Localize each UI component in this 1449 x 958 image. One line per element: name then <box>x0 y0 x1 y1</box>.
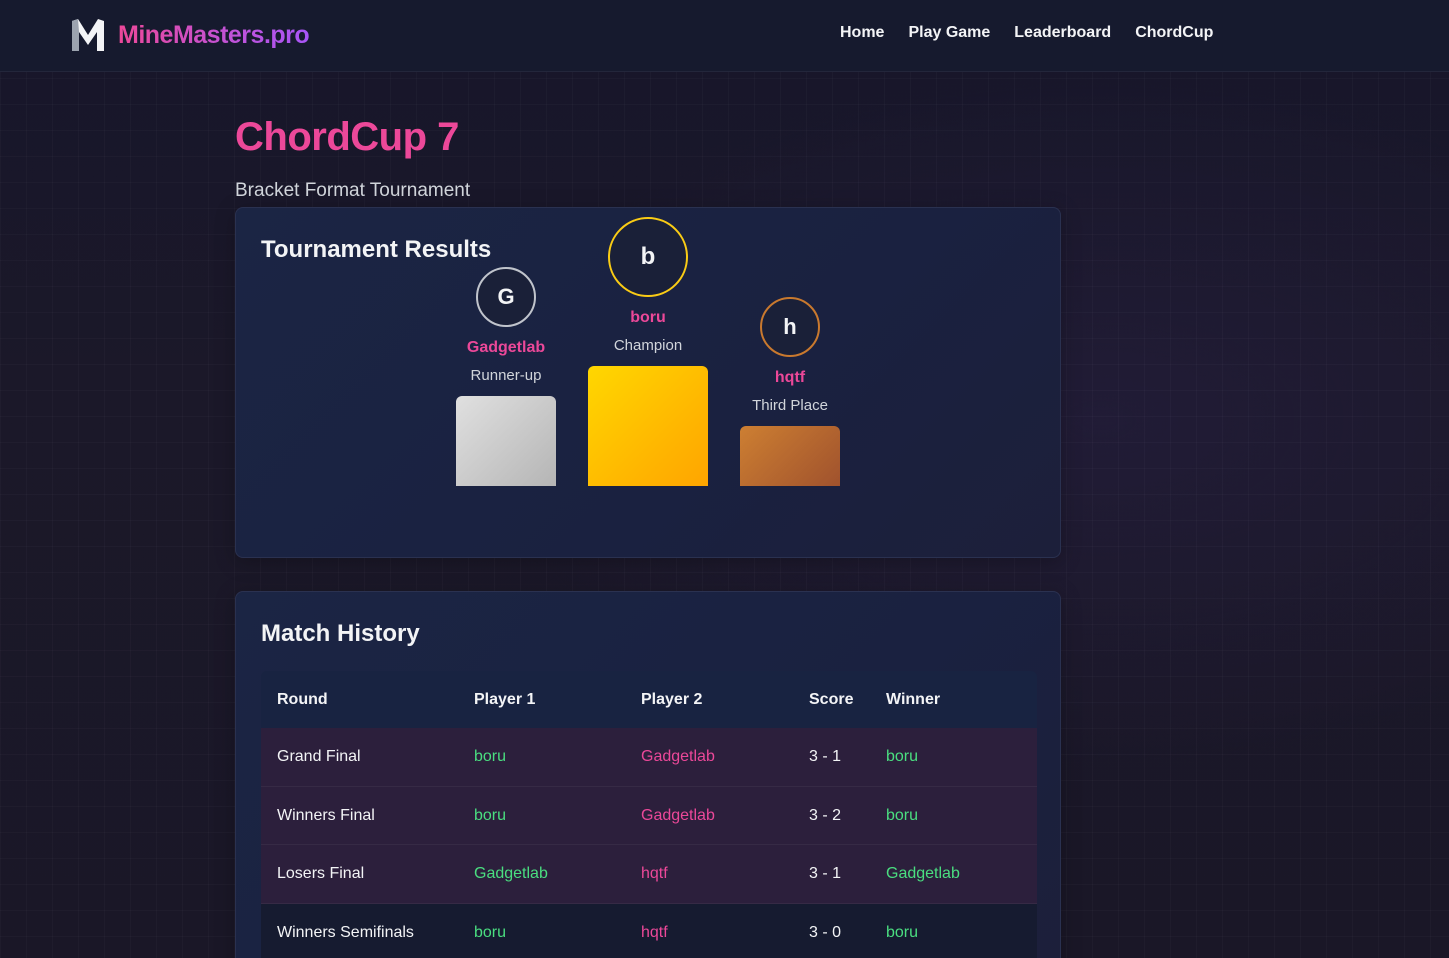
nav-links: Home Play Game Leaderboard ChordCup <box>840 24 1237 42</box>
nav-home-link[interactable]: Home <box>840 24 884 42</box>
brand-logo-link[interactable]: MineMasters.pro <box>70 17 310 53</box>
cell-round: Winners Final <box>277 806 375 824</box>
cell-winner[interactable]: boru <box>870 787 1037 845</box>
cell-score: 3 - 1 <box>809 865 842 882</box>
runner-up-place: Runner-up <box>470 367 542 384</box>
top-navbar: MineMasters.pro Home Play Game Leaderboa… <box>0 0 1449 72</box>
champion-place: Champion <box>613 337 683 354</box>
tournament-results-card: Tournament Results G Gadgetlab Runner-up… <box>235 207 1061 558</box>
cell-winner[interactable]: Gadgetlab <box>870 845 1037 903</box>
cell-player-2[interactable]: hqtf <box>625 845 793 903</box>
runner-up-initial: G <box>497 284 515 309</box>
page-title: ChordCup 7 <box>235 115 459 159</box>
column-header-round[interactable]: Round <box>261 671 458 728</box>
cell-winner[interactable]: boru <box>870 728 1037 786</box>
logo-m-icon <box>72 19 104 51</box>
table-row[interactable]: Losers Final Gadgetlab hqtf 3 - 1 Gadget… <box>261 845 1037 904</box>
match-history-card: Match History Round Player 1 Player 2 Sc… <box>235 591 1061 958</box>
cell-winner[interactable]: boru <box>870 904 1037 958</box>
third-place-avatar[interactable]: h <box>760 297 820 357</box>
brand-name: MineMasters.pro <box>118 20 310 49</box>
nav-chordcup-link[interactable]: ChordCup <box>1135 24 1213 42</box>
cell-round: Grand Final <box>277 748 361 765</box>
champion-initial: b <box>640 243 656 270</box>
cell-player-1[interactable]: boru <box>458 904 625 958</box>
column-header-player-1[interactable]: Player 1 <box>458 671 625 728</box>
cell-score: 3 - 1 <box>809 748 842 765</box>
cell-player-2[interactable]: Gadgetlab <box>625 787 793 845</box>
runner-up-name[interactable]: Gadgetlab <box>456 339 556 357</box>
cell-round: Losers Final <box>277 865 365 882</box>
table-row[interactable]: Winners Final boru Gadgetlab 3 - 2 boru <box>261 786 1037 845</box>
cell-player-1[interactable]: boru <box>458 787 625 845</box>
results-title: Tournament Results <box>261 236 492 263</box>
cell-player-1[interactable]: Gadgetlab <box>458 845 625 903</box>
cell-round: Winners Semifinals <box>277 923 414 941</box>
column-header-player-2[interactable]: Player 2 <box>625 671 793 728</box>
column-header-score[interactable]: Score <box>793 671 870 728</box>
cell-player-2[interactable]: hqtf <box>625 904 793 958</box>
table-row[interactable]: Winners Semifinals boru hqtf 3 - 0 boru <box>261 903 1037 958</box>
podium-runner-up: G Gadgetlab Runner-up <box>456 267 556 487</box>
silver-podium-block <box>456 396 556 486</box>
match-history-title: Match History <box>261 620 420 647</box>
cell-player-2[interactable]: Gadgetlab <box>625 728 793 786</box>
match-history-table: Round Player 1 Player 2 Score Winner Gra… <box>261 671 1037 958</box>
page-subtitle: Bracket Format Tournament <box>235 180 471 201</box>
podium-third-place: h hqtf Third Place <box>740 297 840 487</box>
third-place-label: Third Place <box>752 397 828 414</box>
third-place-name[interactable]: hqtf <box>740 369 840 387</box>
bronze-podium-block <box>740 426 840 486</box>
nav-leaderboard-link[interactable]: Leaderboard <box>1014 24 1111 42</box>
table-header-row: Round Player 1 Player 2 Score Winner <box>261 671 1037 728</box>
champion-name[interactable]: boru <box>588 309 708 327</box>
table-row[interactable]: Grand Final boru Gadgetlab 3 - 1 boru <box>261 728 1037 787</box>
gold-podium-block <box>588 366 708 486</box>
third-place-initial: h <box>783 314 797 339</box>
podium-champion: b boru Champion <box>588 217 708 487</box>
cell-score: 3 - 0 <box>809 923 842 941</box>
nav-play-game-link[interactable]: Play Game <box>908 24 990 42</box>
column-header-winner[interactable]: Winner <box>870 671 1037 728</box>
cell-player-1[interactable]: boru <box>458 728 625 786</box>
cell-score: 3 - 2 <box>809 806 842 824</box>
champion-avatar[interactable]: b <box>608 217 688 297</box>
runner-up-avatar[interactable]: G <box>476 267 536 327</box>
